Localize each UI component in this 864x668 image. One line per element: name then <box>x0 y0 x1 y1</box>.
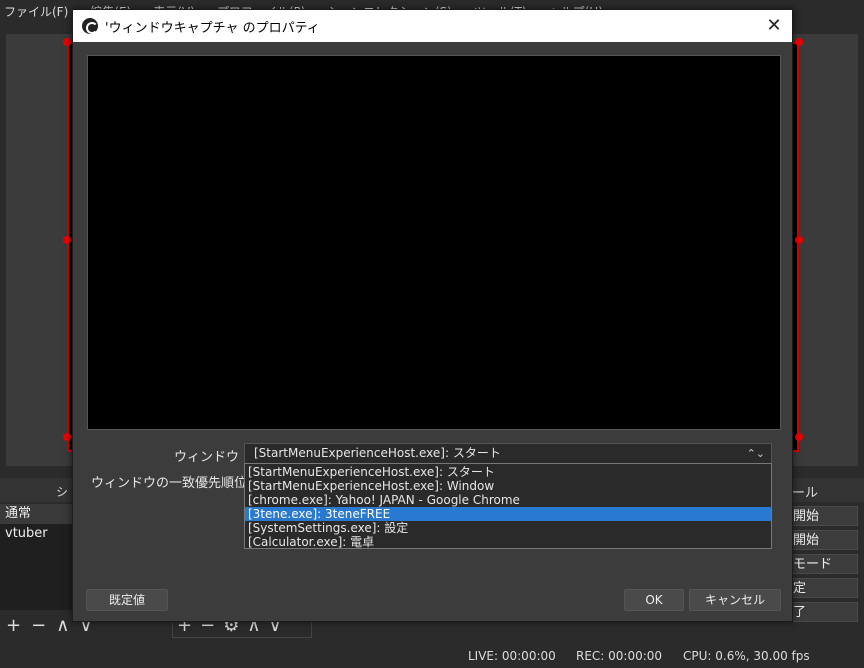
scene-item-normal[interactable]: 通常 <box>0 504 74 524</box>
controls-dock-header: ール <box>792 478 864 502</box>
obs-logo-icon <box>82 18 98 34</box>
window-select-value: [StartMenuExperienceHost.exe]: スタート <box>254 446 501 460</box>
start-streaming-button[interactable]: 開始 <box>792 506 858 526</box>
menu-file[interactable]: ファイル(F) <box>4 3 68 20</box>
status-cpu: CPU: 0.6%, 30.00 fps <box>683 649 810 663</box>
dropdown-option-highlighted[interactable]: [3tene.exe]: 3teneFREE <box>245 507 771 521</box>
ok-button[interactable]: OK <box>624 589 684 611</box>
status-live: LIVE: 00:00:00 <box>468 649 556 663</box>
dropdown-option[interactable]: [StartMenuExperienceHost.exe]: Window <box>245 479 771 493</box>
properties-dialog: 'ウィンドウキャプチャ のプロパティ ✕ ウィンドウ ウィンドウの一致優先順位 … <box>72 9 793 622</box>
window-label: ウィンドウ <box>173 450 239 465</box>
dropdown-option[interactable]: [SystemSettings.exe]: 設定 <box>245 521 771 535</box>
dropdown-option[interactable]: [StartMenuExperienceHost.exe]: スタート <box>245 465 771 479</box>
settings-button[interactable]: 定 <box>792 578 858 598</box>
move-up-icon[interactable]: ∧ <box>56 615 69 636</box>
scene-item-vtuber[interactable]: vtuber <box>0 524 74 544</box>
start-recording-button[interactable]: 開始 <box>792 530 858 550</box>
remove-scene-icon[interactable]: − <box>31 615 46 636</box>
resize-handle-top-right[interactable] <box>795 38 803 46</box>
dropdown-option[interactable]: [chrome.exe]: Yahoo! JAPAN - Google Chro… <box>245 493 771 507</box>
window-match-priority-label: ウィンドウの一致優先順位 <box>91 476 248 491</box>
resize-handle-bottom-right[interactable] <box>795 433 803 441</box>
cancel-button[interactable]: キャンセル <box>689 589 781 611</box>
defaults-button[interactable]: 既定値 <box>86 589 168 611</box>
window-select[interactable]: [StartMenuExperienceHost.exe]: スタート ⌃⌄ <box>244 443 772 464</box>
status-rec: REC: 00:00:00 <box>576 649 663 663</box>
dialog-titlebar: 'ウィンドウキャプチャ のプロパティ ✕ <box>73 10 792 42</box>
window-dropdown-list: [StartMenuExperienceHost.exe]: スタート [Sta… <box>244 463 772 549</box>
studio-mode-button[interactable]: モード <box>792 554 858 574</box>
dropdown-option[interactable]: [Calculator.exe]: 電卓 <box>245 535 771 549</box>
resize-handle-top-left[interactable] <box>63 38 71 46</box>
dialog-title: 'ウィンドウキャプチャ のプロパティ <box>105 21 320 36</box>
chevron-up-down-icon: ⌃⌄ <box>746 447 765 460</box>
source-preview <box>87 55 781 430</box>
scenes-list: 通常 vtuber <box>0 504 74 610</box>
resize-handle-mid-right[interactable] <box>795 236 803 244</box>
resize-handle-mid-left[interactable] <box>63 236 71 244</box>
close-button[interactable]: ✕ <box>761 14 787 38</box>
resize-handle-bottom-left[interactable] <box>63 433 71 441</box>
add-scene-icon[interactable]: + <box>6 615 21 636</box>
exit-button[interactable]: 了 <box>792 602 858 622</box>
scenes-dock-header: シ <box>0 478 74 502</box>
